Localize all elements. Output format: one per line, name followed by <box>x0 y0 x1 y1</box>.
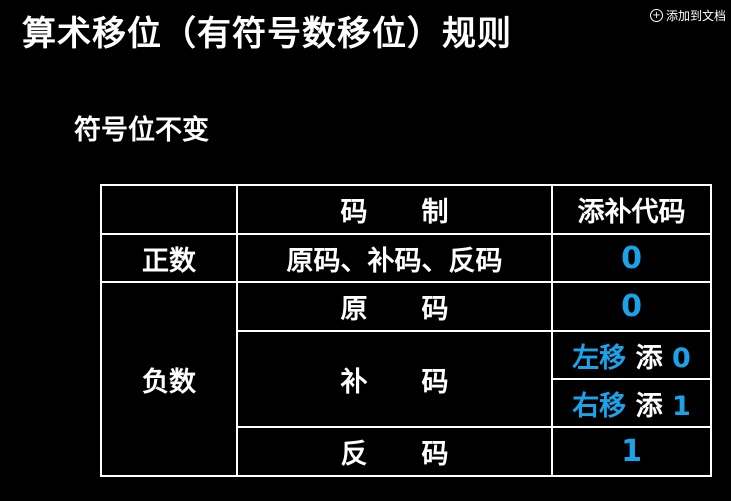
twos-complement-left-fill-cell: 左移 添 0 <box>551 330 712 380</box>
right-fill-word: 添 <box>635 390 663 422</box>
add-to-document-button[interactable]: + 添加到文档 <box>650 7 726 24</box>
shift-rules-table: 码 制 添补代码 正数 原码、补码、反码 0 负数 原 码 0 补 码 左移 添… <box>100 184 712 477</box>
left-fill-value: 0 <box>672 342 691 374</box>
table-header-row: 码 制 添补代码 <box>100 184 712 235</box>
sign-magnitude-code-cell: 原 码 <box>236 281 553 332</box>
twos-complement-code-cell: 补 码 <box>236 330 553 428</box>
left-shift-label: 左移 <box>572 342 627 374</box>
positive-fill-cell: 0 <box>551 233 712 283</box>
negative-label-cell: 负数 <box>100 281 238 477</box>
positive-label-cell: 正数 <box>100 233 238 283</box>
positive-codes-cell: 原码、补码、反码 <box>236 233 553 283</box>
right-fill-value: 1 <box>672 390 691 422</box>
left-fill-word: 添 <box>635 342 663 374</box>
plus-circle-icon: + <box>650 9 663 22</box>
sign-magnitude-fill-cell: 0 <box>551 281 712 332</box>
table-row-negative-sign-magnitude: 负数 原 码 0 <box>100 281 712 477</box>
header-empty-cell <box>100 184 238 235</box>
add-to-document-label: 添加到文档 <box>666 9 727 23</box>
ones-complement-fill-cell: 1 <box>551 426 712 477</box>
subtitle: 符号位不变 <box>74 115 209 146</box>
page-title: 算术移位（有符号数移位）规则 <box>22 14 512 54</box>
header-code-cell: 码 制 <box>236 184 553 235</box>
twos-complement-right-fill-cell: 右移 添 1 <box>551 378 712 428</box>
table-row-positive: 正数 原码、补码、反码 0 <box>100 233 712 283</box>
right-shift-label: 右移 <box>572 390 627 422</box>
ones-complement-code-cell: 反 码 <box>236 426 553 477</box>
header-fill-cell: 添补代码 <box>551 184 712 235</box>
